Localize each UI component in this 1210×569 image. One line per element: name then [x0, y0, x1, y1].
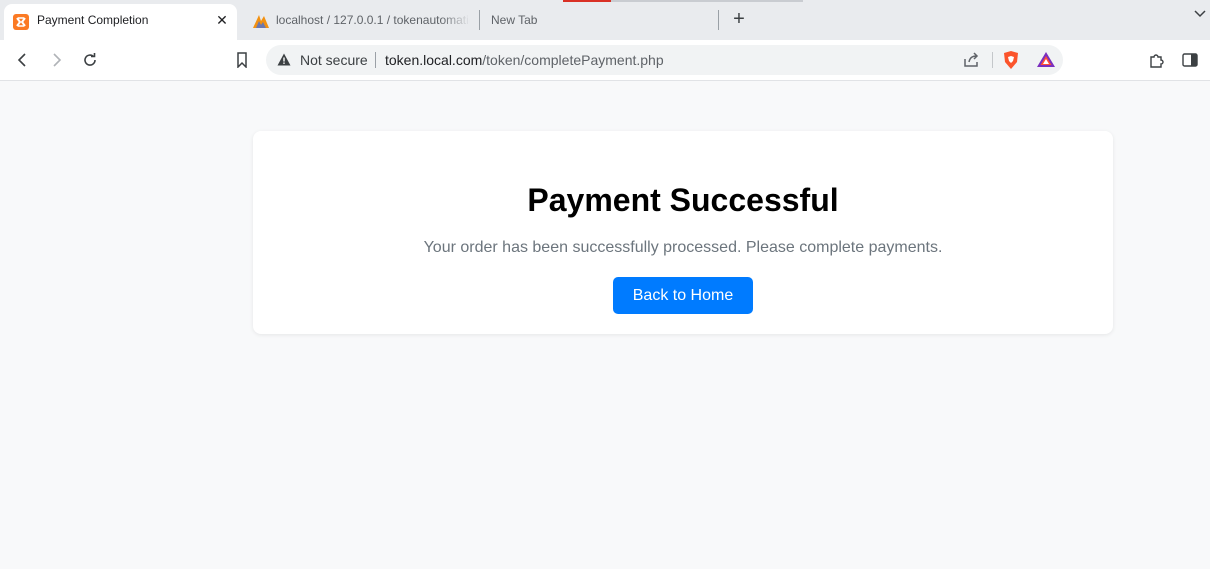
browser-toolbar: Not secure token.local.com/token/complet…: [0, 40, 1210, 81]
back-to-home-button[interactable]: Back to Home: [613, 277, 753, 314]
extensions-icon[interactable]: [1147, 50, 1167, 70]
payment-status-card: Payment Successful Your order has been s…: [253, 131, 1113, 334]
status-message: Your order has been successfully process…: [423, 239, 943, 256]
tab-title: New Tab: [491, 13, 538, 27]
forward-icon[interactable]: [46, 50, 66, 70]
tab-payment-completion[interactable]: Payment Completion ✕: [4, 4, 237, 40]
close-tab-icon[interactable]: ✕: [214, 12, 230, 28]
sidebar-toggle-icon[interactable]: [1180, 50, 1200, 70]
share-icon[interactable]: [962, 51, 980, 74]
brave-shields-icon[interactable]: [1002, 50, 1020, 75]
tab-search-chevron-icon[interactable]: [1192, 5, 1208, 23]
address-divider: [375, 52, 376, 68]
page-title: Payment Successful: [527, 182, 839, 218]
url-path: /token/completePayment.php: [482, 52, 664, 68]
address-bar[interactable]: Not secure token.local.com/token/complet…: [266, 45, 1063, 75]
back-icon[interactable]: [13, 50, 33, 70]
reload-icon[interactable]: [80, 50, 100, 70]
phpmyadmin-icon: [252, 13, 269, 29]
address-divider: [992, 52, 993, 68]
url-text[interactable]: token.local.com/token/completePayment.ph…: [385, 52, 664, 68]
tab-loading-track: [611, 0, 803, 2]
security-status[interactable]: Not secure: [300, 52, 368, 68]
tab-loading-indicator: [563, 0, 611, 2]
brave-rewards-icon[interactable]: [1036, 50, 1056, 75]
bookmark-icon[interactable]: [232, 50, 252, 70]
tab-strip: Payment Completion ✕ localhost / 127.0.0…: [0, 0, 1210, 40]
tab-title: localhost / 127.0.0.1 / tokenautomation: [276, 13, 470, 27]
tab-divider: [718, 10, 719, 30]
xampp-icon: [13, 14, 29, 30]
tab-phpmyadmin[interactable]: localhost / 127.0.0.1 / tokenautomation: [240, 4, 478, 36]
tab-title: Payment Completion: [37, 13, 149, 27]
url-host: token.local.com: [385, 52, 483, 68]
tab-new-tab[interactable]: New Tab: [480, 4, 718, 36]
new-tab-button[interactable]: +: [728, 8, 750, 30]
warning-icon[interactable]: [277, 53, 291, 71]
